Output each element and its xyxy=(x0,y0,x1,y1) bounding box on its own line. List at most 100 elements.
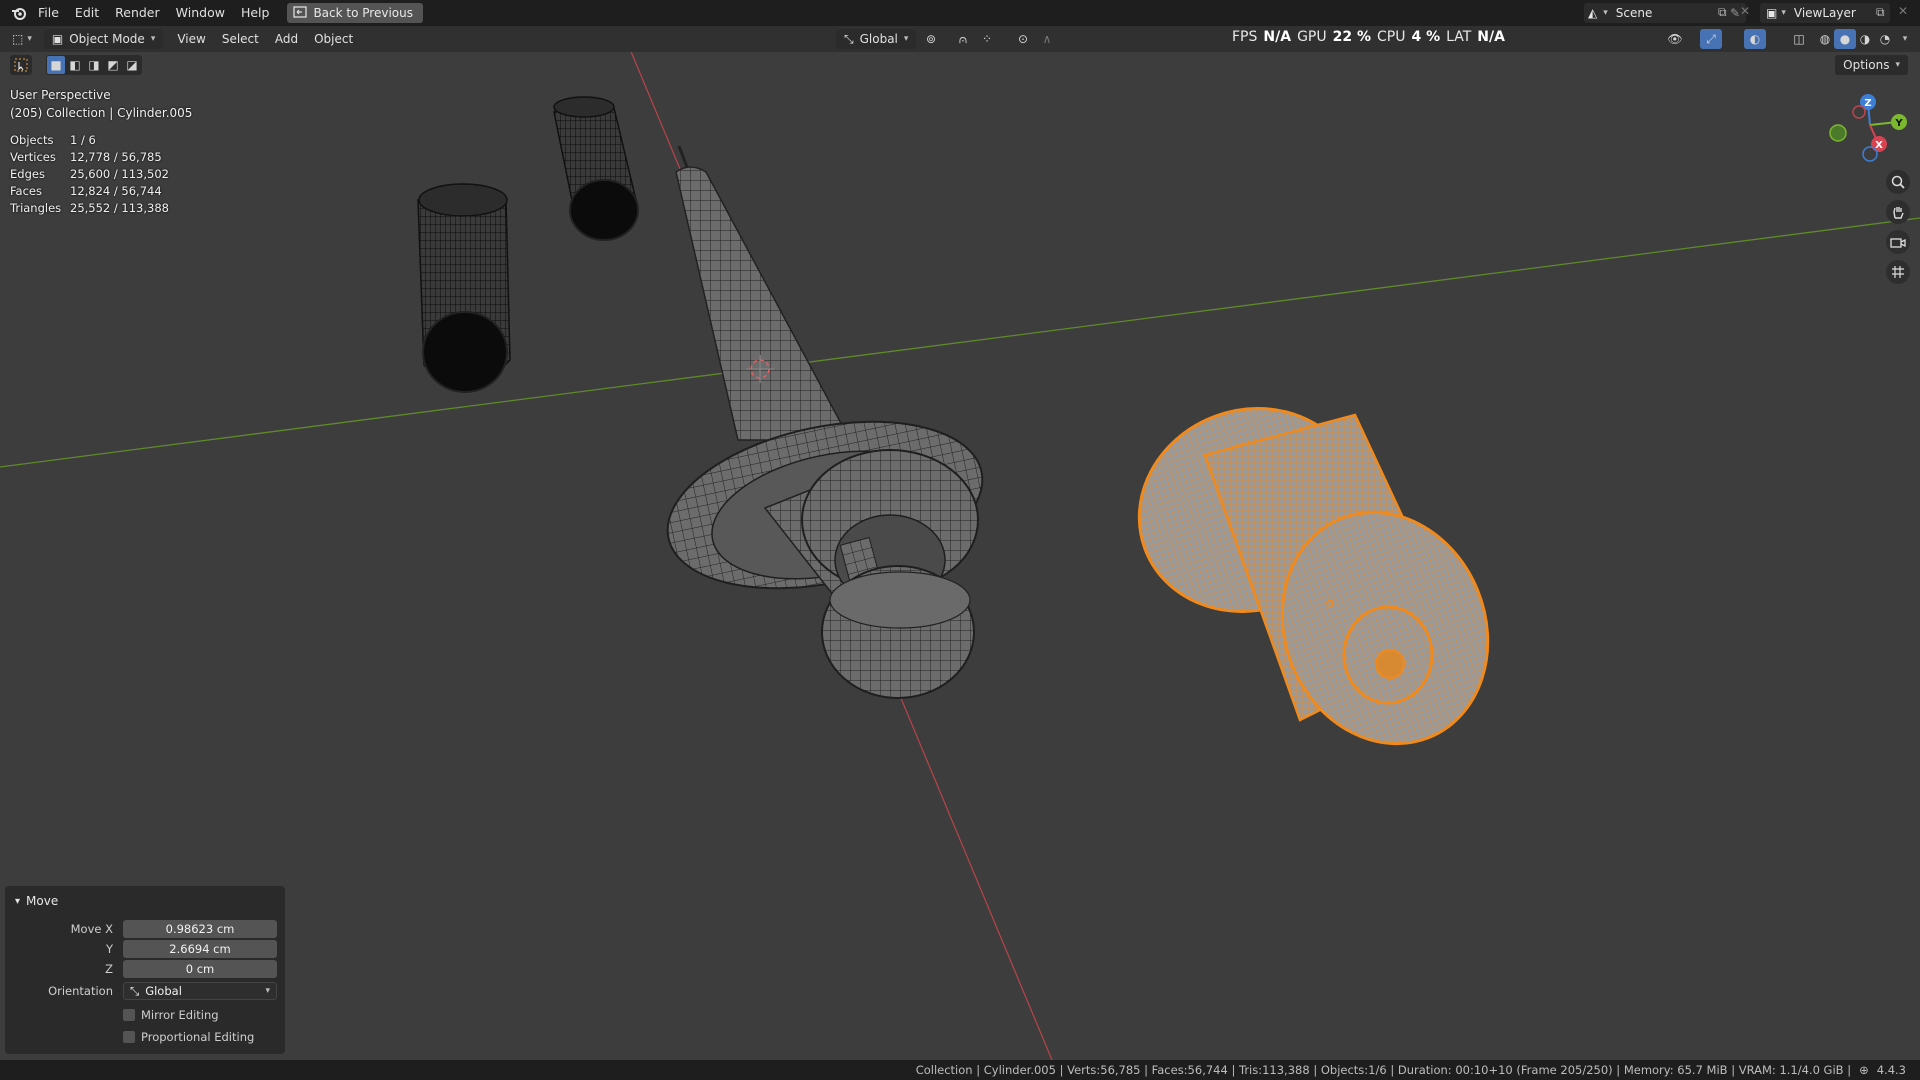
menu-object[interactable]: Object xyxy=(306,29,361,49)
move-x-label: Move X xyxy=(70,922,113,936)
move-z-field[interactable]: 0 cm xyxy=(123,960,277,978)
zoom-icon[interactable] xyxy=(1886,170,1910,194)
network-icon: ⊕ xyxy=(1859,1063,1869,1077)
ortho-grid-icon[interactable] xyxy=(1886,260,1910,284)
proportional-editing-label: Proportional Editing xyxy=(141,1030,255,1044)
mode-label: Object Mode xyxy=(69,32,145,46)
menu-select[interactable]: Select xyxy=(214,29,267,49)
view-layer-icon: ▣ xyxy=(1766,6,1778,20)
delete-scene-icon[interactable]: ✕ xyxy=(1740,4,1750,18)
move-operator-panel: ▾ Move Move X 0.98623 cm Y 2.6694 cm Z 0… xyxy=(5,886,285,1054)
new-view-layer-icon[interactable]: ⧉ xyxy=(1876,5,1885,20)
rendered-shading-icon[interactable]: ◔ xyxy=(1874,29,1896,49)
move-y-field[interactable]: 2.6694 cm xyxy=(123,940,277,958)
stat-row: Vertices 12,778 / 56,785 xyxy=(10,149,169,166)
solid-shading-icon[interactable]: ● xyxy=(1834,29,1856,49)
visibility-icon[interactable]: 👁 xyxy=(1664,29,1686,49)
pivot-point-icon[interactable]: ⊚ xyxy=(920,29,942,49)
proportional-editing-checkbox[interactable]: Proportional Editing xyxy=(123,1030,254,1044)
gizmo-y-label: Y xyxy=(1894,118,1903,129)
orientation-select[interactable]: ⤡ Global ▾ xyxy=(123,982,277,1000)
select-intersect-icon[interactable]: ◪ xyxy=(123,56,141,74)
stat-label: Edges xyxy=(10,167,45,181)
blender-logo-icon[interactable] xyxy=(8,2,30,24)
performance-readout: FPS N/A GPU 22 % CPU 4 % LAT N/A xyxy=(1232,26,1505,48)
gizmo-x-label: X xyxy=(1875,140,1883,151)
orientation-label: Global xyxy=(859,32,898,46)
back-icon xyxy=(293,5,308,21)
view-layer-selector[interactable]: ▣ ▾ ViewLayer xyxy=(1760,3,1890,23)
pin-icon[interactable]: ✎ xyxy=(1730,6,1740,20)
select-tool-icon[interactable] xyxy=(10,55,32,75)
status-text: Collection | Cylinder.005 | Verts:56,785… xyxy=(915,1063,1852,1077)
gizmo-toggle-icon[interactable]: ⤢ xyxy=(1700,29,1722,49)
operator-header[interactable]: ▾ Move xyxy=(15,894,58,908)
menu-view[interactable]: View xyxy=(169,29,213,49)
stat-row: Triangles 25,552 / 113,388 xyxy=(10,200,169,217)
tool-settings-row: ■ ◧ ◨ ◩ ◪ xyxy=(10,54,142,76)
back-to-previous-label: Back to Previous xyxy=(313,6,413,20)
editor-type-button[interactable]: ⬚ ▾ xyxy=(0,29,40,49)
shading-options-icon[interactable]: ▾ xyxy=(1894,29,1916,49)
new-scene-icon[interactable]: ⧉ xyxy=(1718,5,1727,20)
object-mode-icon: ▣ xyxy=(51,32,64,46)
menu-help[interactable]: Help xyxy=(233,0,278,26)
snap-target-icon[interactable]: ⁘ xyxy=(976,29,998,49)
pan-hand-icon[interactable] xyxy=(1886,200,1910,224)
mode-dropdown[interactable]: ▣ Object Mode ▾ xyxy=(43,29,164,49)
move-y-label: Y xyxy=(105,942,113,956)
options-dropdown[interactable]: Options ▾ xyxy=(1835,55,1908,75)
top-menu-bar: File Edit Render Window Help Back to Pre… xyxy=(0,0,1920,26)
stat-row: Faces 12,824 / 56,744 xyxy=(10,183,169,200)
editor-type-icon: ⬚ xyxy=(12,32,24,46)
scene-statistics: Objects 1 / 6 Vertices 12,778 / 56,785 Edg… xyxy=(10,132,169,217)
material-shading-icon[interactable]: ◑ xyxy=(1854,29,1876,49)
stat-label: Objects xyxy=(10,133,54,147)
proportional-editing-icon[interactable]: ⊙ xyxy=(1012,29,1034,49)
move-x-field[interactable]: 0.98623 cm xyxy=(123,920,277,938)
stat-row: Objects 1 / 6 xyxy=(10,132,169,149)
gizmo-z-label: Z xyxy=(1864,98,1871,109)
operator-title: Move xyxy=(26,894,59,908)
mirror-editing-checkbox[interactable]: Mirror Editing xyxy=(123,1008,219,1022)
stat-value: 1 / 6 xyxy=(70,133,96,147)
tube-object-top xyxy=(553,96,639,241)
context-label: (205) Collection | Cylinder.005 xyxy=(10,106,193,120)
mirror-editing-label: Mirror Editing xyxy=(141,1008,219,1022)
lat-label: LAT xyxy=(1446,29,1472,45)
camera-view-icon[interactable] xyxy=(1886,230,1910,254)
stat-value: 25,552 / 113,388 xyxy=(70,201,169,215)
orientation-icon: ⤡ xyxy=(844,31,854,46)
snap-icon[interactable]: ⩀ xyxy=(952,29,974,49)
select-subtract-icon[interactable]: ◨ xyxy=(85,56,103,74)
orientation-select-value: Global xyxy=(145,984,182,998)
stat-row: Edges 25,600 / 113,502 xyxy=(10,166,169,183)
xray-toggle-icon[interactable]: ◫ xyxy=(1788,29,1810,49)
select-extend-icon[interactable]: ◧ xyxy=(66,56,84,74)
menu-add[interactable]: Add xyxy=(267,29,306,49)
select-invert-icon[interactable]: ◩ xyxy=(104,56,122,74)
stat-label: Faces xyxy=(10,184,42,198)
falloff-icon[interactable]: ∧ xyxy=(1036,29,1058,49)
status-bar: Collection | Cylinder.005 | Verts:56,785… xyxy=(0,1060,1920,1080)
lat-value: N/A xyxy=(1477,29,1505,45)
menu-window[interactable]: Window xyxy=(168,0,233,26)
delete-view-layer-icon[interactable]: ✕ xyxy=(1898,4,1908,18)
options-label: Options xyxy=(1843,58,1890,72)
back-to-previous-button[interactable]: Back to Previous xyxy=(287,3,423,23)
move-z-label: Z xyxy=(105,962,113,976)
scene-icon: ◭ xyxy=(1588,6,1598,20)
menu-file[interactable]: File xyxy=(30,0,67,26)
stat-value: 25,600 / 113,502 xyxy=(70,167,169,181)
menu-edit[interactable]: Edit xyxy=(67,0,107,26)
stat-label: Vertices xyxy=(10,150,56,164)
proportional-editing-box[interactable] xyxy=(123,1031,135,1043)
mirror-editing-box[interactable] xyxy=(123,1009,135,1021)
stat-value: 12,824 / 56,744 xyxy=(70,184,162,198)
overlay-toggle-icon[interactable]: ◐ xyxy=(1744,29,1766,49)
wireframe-shading-icon[interactable]: ◍ xyxy=(1814,29,1836,49)
menu-render[interactable]: Render xyxy=(107,0,168,26)
transform-orientation-dropdown[interactable]: ⤡ Global ▾ xyxy=(836,29,917,49)
viewport-canvas[interactable]: Z Y X xyxy=(0,0,1920,1080)
select-new-icon[interactable]: ■ xyxy=(47,56,65,74)
